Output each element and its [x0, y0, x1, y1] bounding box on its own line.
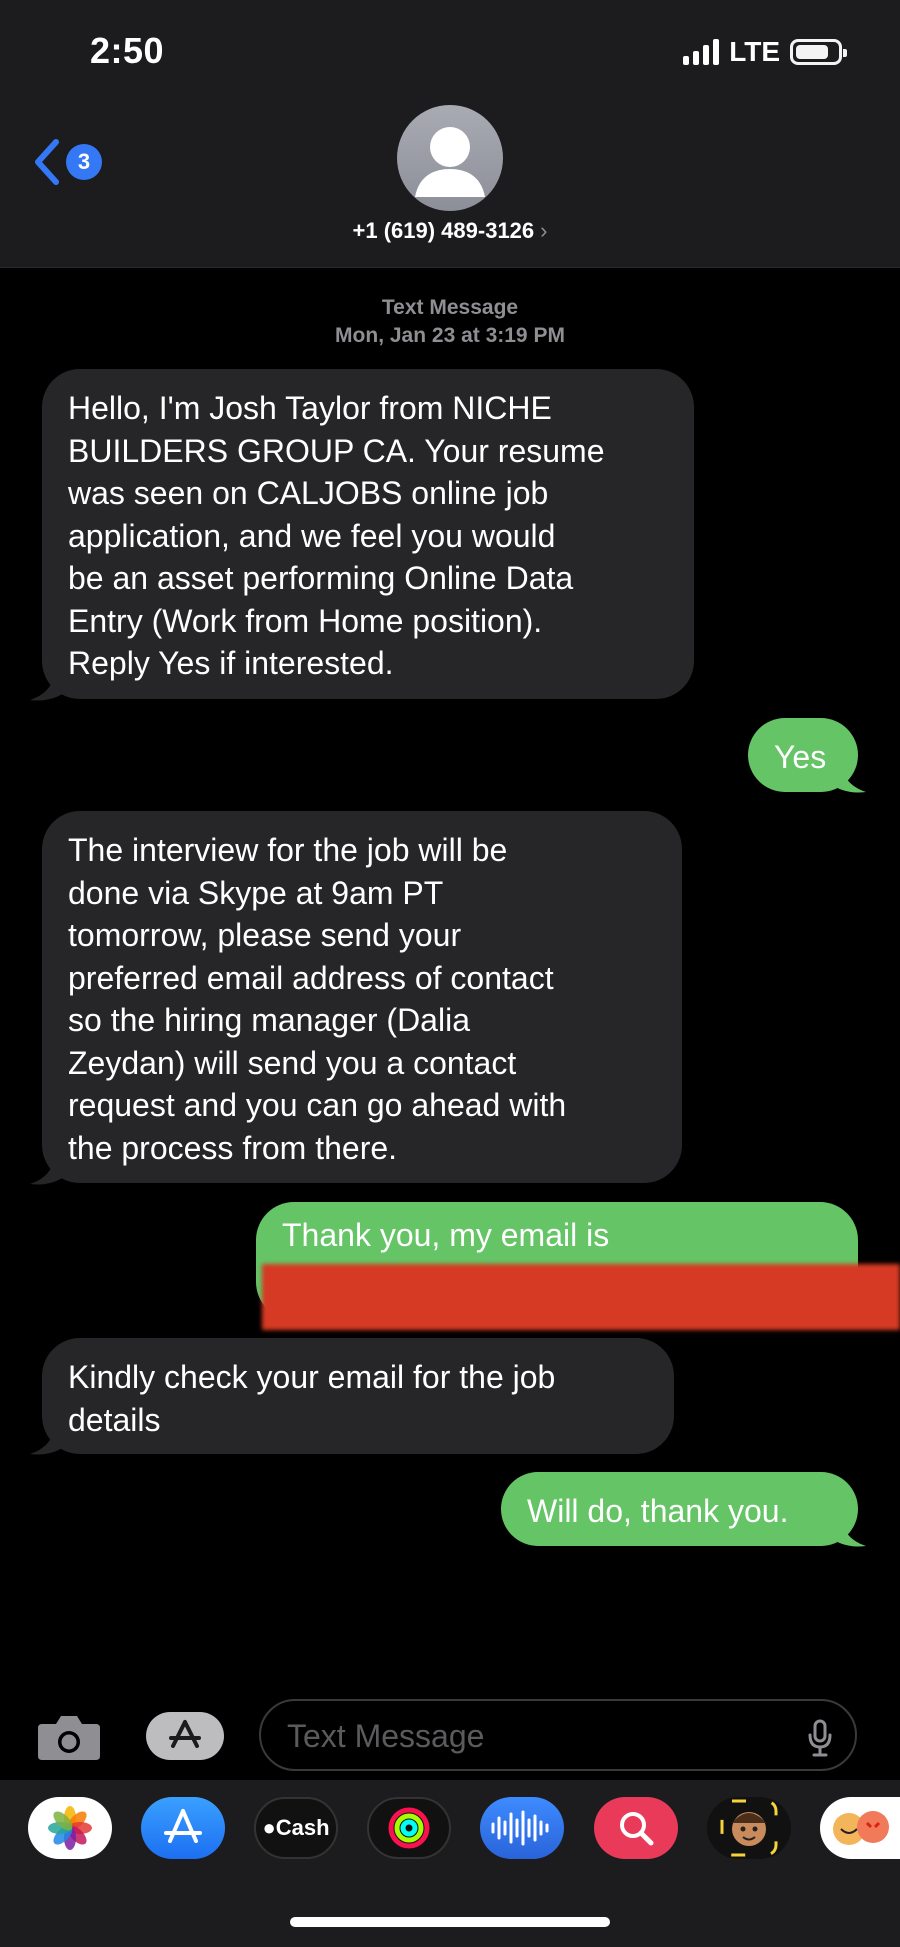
chevron-left-icon — [35, 139, 59, 185]
conversation-header: 2:50 LTE 3 +1 (619) 489-3126 › — [0, 0, 900, 268]
message-input[interactable] — [287, 1711, 767, 1761]
bubble-tail — [30, 1416, 68, 1455]
message-line: Zeydan) will send you a contact — [68, 1044, 517, 1081]
activity-icon — [388, 1807, 430, 1849]
message-line: done via Skype at 9am PT — [68, 874, 444, 911]
message-line: be an asset performing Online Data — [68, 560, 574, 596]
message-line: Yes — [774, 739, 827, 775]
message-line: The interview for the job will be — [68, 832, 508, 868]
audio-message-app-button[interactable] — [480, 1797, 564, 1859]
home-indicator[interactable] — [290, 1917, 610, 1927]
apple-cash-icon: ●Cash — [262, 1815, 330, 1840]
photos-app-button[interactable] — [28, 1797, 112, 1859]
contact-number: +1 (619) 489-3126 — [352, 218, 535, 243]
app-store-icon — [169, 1720, 201, 1748]
message-line: request and you can go ahead with — [68, 1087, 567, 1123]
message-line: BUILDERS GROUP CA. Your resume — [68, 432, 605, 469]
microphone-icon[interactable] — [807, 1719, 833, 1757]
contact-avatar[interactable] — [397, 105, 503, 211]
images-search-app-button[interactable] — [594, 1797, 678, 1859]
battery-icon — [790, 39, 847, 65]
memoji-icon — [720, 1799, 778, 1857]
message-line: Will do, thank you. — [527, 1493, 789, 1529]
apple-cash-label: Cash — [275, 1815, 330, 1840]
incoming-message-bubble[interactable]: Kindly check your email for the job deta… — [42, 1338, 674, 1454]
message-line: Kindly check your email for the job — [68, 1359, 556, 1395]
memoji-stickers-icon — [833, 1811, 889, 1845]
message-service-label: Text Message — [381, 296, 519, 319]
app-store-icon — [164, 1809, 202, 1843]
camera-icon — [38, 1716, 100, 1760]
message-line: application, and we feel you would — [68, 517, 556, 554]
camera-button[interactable] — [36, 1712, 102, 1767]
back-button[interactable]: 3 — [32, 138, 102, 186]
cellular-signal-icon — [683, 39, 720, 65]
message-text-field[interactable] — [259, 1699, 857, 1771]
message-line: Thank you, my email is — [282, 1217, 610, 1253]
photos-icon — [48, 1806, 92, 1850]
bubble-tail — [30, 1146, 68, 1185]
message-line: tomorrow, please send your — [68, 917, 462, 953]
bubble-tail — [30, 662, 68, 701]
redaction-mark — [262, 1264, 900, 1330]
person-silhouette-icon — [415, 127, 485, 197]
bubble-tail — [828, 754, 866, 793]
status-indicators: LTE — [683, 36, 847, 68]
images-search-icon — [620, 1812, 654, 1846]
audio-message-icon — [491, 1810, 549, 1846]
outgoing-message-bubble[interactable]: Will do, thank you. — [501, 1472, 858, 1546]
app-drawer: ●Cash — [0, 1780, 900, 1947]
app-store-app-button[interactable] — [141, 1797, 225, 1859]
message-composer — [0, 1690, 900, 1780]
message-line: so the hiring manager (Dalia — [68, 1002, 470, 1038]
incoming-message-bubble[interactable]: Hello, I'm Josh Taylor from NICHE BUILDE… — [42, 369, 694, 699]
network-type: LTE — [729, 36, 780, 67]
memoji-stickers-app-button[interactable] — [820, 1797, 900, 1859]
message-timestamp: Mon, Jan 23 at 3:19 PM — [335, 324, 565, 347]
activity-app-button[interactable] — [367, 1797, 451, 1859]
message-line: preferred email address of contact — [68, 959, 554, 996]
message-line: Entry (Work from Home position). — [68, 602, 543, 639]
chevron-right-icon: › — [540, 218, 548, 243]
apple-cash-app-button[interactable]: ●Cash — [254, 1797, 338, 1859]
message-line: details — [68, 1401, 161, 1438]
memoji-app-button[interactable] — [707, 1797, 791, 1859]
message-line: Hello, I'm Josh Taylor from NICHE — [68, 390, 552, 426]
message-line: was seen on CALJOBS online job — [68, 475, 549, 511]
app-store-button[interactable] — [146, 1712, 224, 1760]
bubble-tail — [828, 1508, 866, 1547]
message-line: the process from there. — [68, 1129, 398, 1166]
status-time: 2:50 — [90, 30, 165, 71]
incoming-message-bubble[interactable]: The interview for the job will be done v… — [42, 811, 682, 1183]
unread-count-badge: 3 — [66, 144, 102, 180]
message-line: Reply Yes if interested. — [68, 645, 394, 681]
contact-name-button[interactable]: +1 (619) 489-3126 › — [0, 218, 900, 244]
